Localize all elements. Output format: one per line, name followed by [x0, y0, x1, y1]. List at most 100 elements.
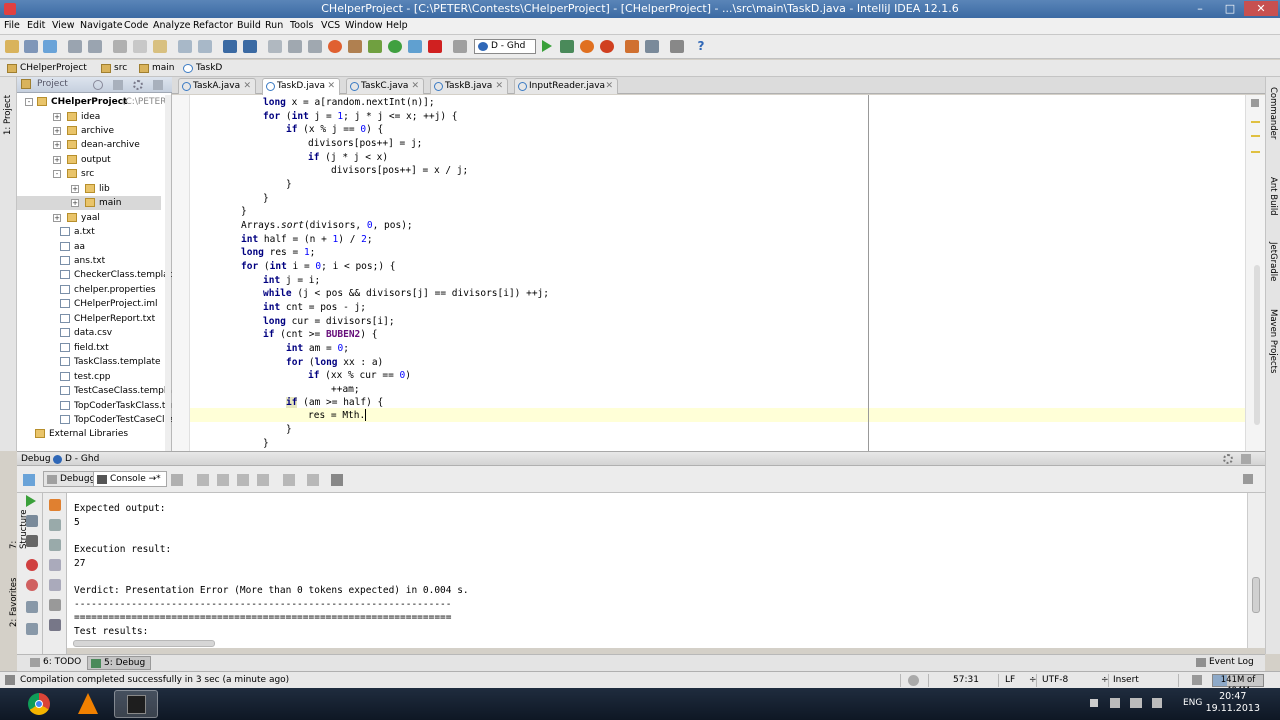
menu-build[interactable]: Build — [237, 20, 261, 31]
sync-icon[interactable] — [43, 40, 57, 53]
tree-folder[interactable]: + main — [17, 196, 161, 211]
down-arrow-icon[interactable] — [49, 539, 61, 551]
close-tab-icon[interactable]: ✕ — [327, 79, 335, 94]
favorites-tool-button[interactable]: 2: Favorites — [9, 577, 19, 627]
tab-taska[interactable]: TaskA.java ✕ — [178, 78, 256, 94]
console-scrollbar-thumb[interactable] — [1252, 577, 1260, 613]
tree-file[interactable]: field.txt — [17, 341, 161, 355]
back-icon[interactable] — [223, 40, 237, 53]
tab-taskc[interactable]: TaskC.java ✕ — [346, 78, 424, 94]
maven-projects-tool-button[interactable]: Maven Projects — [1268, 309, 1278, 389]
tree-folder[interactable]: + archive — [17, 124, 161, 138]
settings-icon[interactable] — [288, 40, 302, 53]
menu-edit[interactable]: Edit — [27, 20, 45, 31]
restore-layout-icon[interactable] — [1243, 474, 1253, 484]
terminal-icon[interactable] — [670, 40, 684, 53]
close-tab-icon[interactable]: ✕ — [605, 79, 613, 94]
menu-vcs[interactable]: VCS — [321, 20, 340, 31]
replace-icon[interactable] — [198, 40, 212, 53]
redo-icon[interactable] — [88, 40, 102, 53]
frames-icon[interactable] — [331, 474, 343, 486]
open-icon[interactable] — [5, 40, 19, 53]
hide-panel-icon[interactable] — [1241, 454, 1251, 464]
background-tasks-icon[interactable] — [908, 675, 919, 686]
warning-mark[interactable] — [1251, 151, 1260, 153]
build-icon[interactable] — [268, 40, 282, 53]
add-icon[interactable] — [388, 40, 402, 53]
undo-icon[interactable] — [68, 40, 82, 53]
tab-console[interactable]: Console →* — [93, 471, 167, 487]
todo-tool-button[interactable]: 6: TODO — [27, 656, 86, 670]
scroll-to-end-icon[interactable] — [49, 579, 61, 591]
copy-icon[interactable] — [133, 40, 147, 53]
vlc-taskbar-button[interactable] — [66, 690, 110, 718]
menu-file[interactable]: File — [4, 20, 20, 31]
warning-mark[interactable] — [1251, 121, 1260, 123]
run-config-select[interactable]: D - Ghd — [474, 39, 536, 54]
close-tab-icon[interactable]: ✕ — [411, 79, 419, 94]
clock[interactable]: 20:47 19.11.2013 — [1206, 691, 1260, 715]
breadcrumb-taskd[interactable]: TaskD — [180, 62, 226, 75]
inspector-icon[interactable] — [1192, 675, 1202, 685]
vcs-icon[interactable] — [625, 40, 639, 53]
console-horizontal-scrollbar[interactable] — [73, 640, 215, 647]
plugin-icon[interactable] — [348, 40, 362, 53]
tree-expander[interactable]: + — [71, 184, 79, 193]
tool-windows-icon[interactable] — [5, 675, 15, 685]
clear-all-icon[interactable] — [49, 619, 61, 631]
mute-breakpoints-icon[interactable] — [26, 579, 38, 591]
tree-expander[interactable]: + — [53, 112, 61, 121]
step-over-icon[interactable] — [197, 474, 209, 486]
bug-icon[interactable] — [49, 499, 61, 511]
project-scrollbar[interactable] — [165, 95, 171, 451]
find-icon[interactable] — [178, 40, 192, 53]
force-step-into-icon[interactable] — [237, 474, 249, 486]
menu-window[interactable]: Window — [345, 20, 382, 31]
run-icon[interactable] — [542, 40, 552, 52]
code-editor[interactable]: long x = a[random.nextInt(n)]; for (int … — [190, 95, 1245, 451]
debug-tool-button[interactable]: 5: Debug — [87, 656, 152, 670]
collapse-all-icon[interactable] — [113, 80, 123, 90]
tab-taskb[interactable]: TaskB.java ✕ — [430, 78, 508, 94]
tree-expander[interactable]: + — [71, 199, 79, 208]
project-view-label[interactable]: Project — [37, 79, 68, 89]
event-log-tool-button[interactable]: Event Log — [1193, 656, 1259, 670]
menu-help[interactable]: Help — [386, 20, 408, 31]
resume-icon[interactable] — [26, 495, 36, 507]
structure-icon[interactable] — [308, 40, 322, 53]
download-icon[interactable] — [368, 40, 382, 53]
menu-code[interactable]: Code — [124, 20, 148, 31]
tab-inputreader[interactable]: InputReader.java ✕ — [514, 78, 618, 94]
ant-build-tool-button[interactable]: Ant Build — [1268, 177, 1278, 227]
tree-folder[interactable]: + dean-archive — [17, 138, 161, 152]
menu-refactor[interactable]: Refactor — [193, 20, 233, 31]
inspection-status-icon[interactable] — [1251, 99, 1259, 107]
project-structure-icon[interactable] — [645, 40, 659, 53]
tray-arrow-icon[interactable] — [1090, 699, 1098, 707]
step-out-icon[interactable] — [257, 474, 269, 486]
run-to-cursor-icon[interactable] — [283, 474, 295, 486]
view-breakpoints-icon[interactable] — [26, 559, 38, 571]
close-tab-icon[interactable]: ✕ — [243, 79, 251, 94]
maximize-button[interactable]: □ — [1218, 1, 1242, 16]
tree-folder[interactable]: + yaal — [17, 211, 161, 225]
minimize-button[interactable]: – — [1188, 1, 1212, 16]
tree-file[interactable]: TestCaseClass.template — [17, 384, 181, 398]
line-separator[interactable]: LF — [1005, 675, 1015, 685]
tree-folder[interactable]: + lib — [17, 182, 161, 196]
tree-file[interactable]: a.txt — [17, 225, 161, 239]
tree-file[interactable]: CheckerClass.template — [17, 268, 178, 282]
volume-icon[interactable] — [1152, 698, 1162, 708]
save-icon[interactable] — [24, 40, 38, 53]
memory-indicator[interactable]: 141M of 494M — [1212, 674, 1264, 696]
cut-icon[interactable] — [113, 40, 127, 53]
editor-scrollbar-thumb[interactable] — [1254, 265, 1260, 425]
stop-icon[interactable] — [600, 40, 614, 53]
menu-navigate[interactable]: Navigate — [80, 20, 123, 31]
breadcrumb-project[interactable]: CHelperProject — [4, 62, 91, 75]
tree-file[interactable]: data.csv — [17, 326, 161, 340]
coverage-icon[interactable] — [580, 40, 594, 53]
tree-expander[interactable]: + — [53, 141, 61, 150]
flag-icon[interactable] — [1110, 698, 1120, 708]
editor-gutter[interactable] — [172, 95, 190, 451]
